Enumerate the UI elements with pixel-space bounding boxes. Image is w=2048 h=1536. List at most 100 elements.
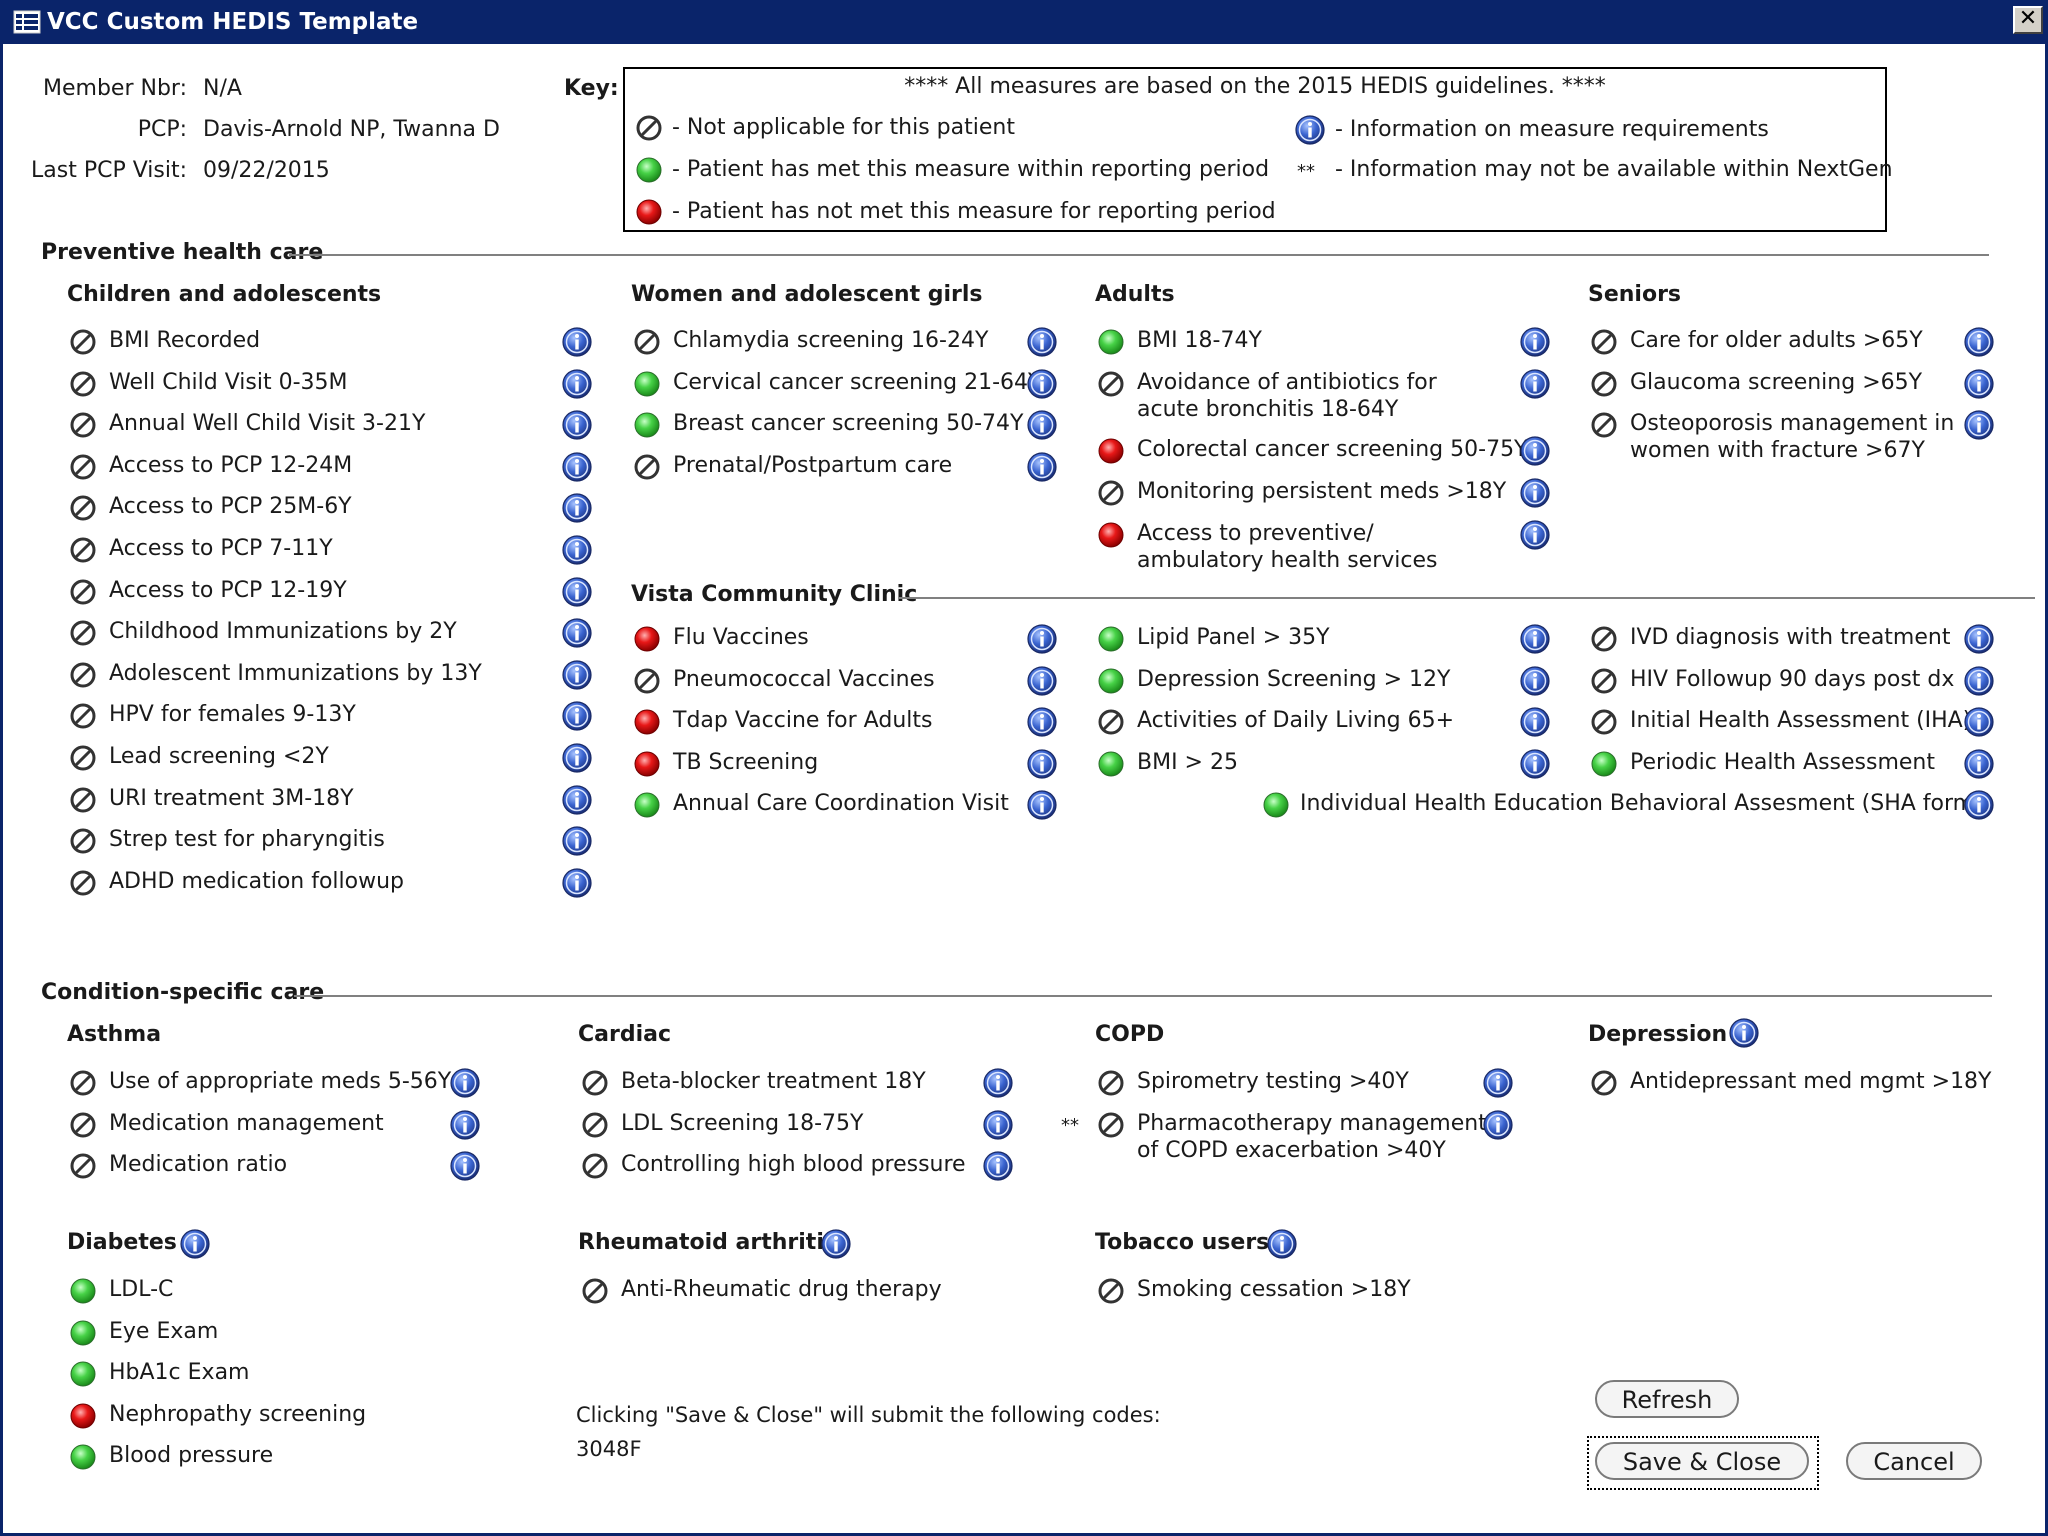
measure-info-icon[interactable] (1519, 477, 1551, 509)
diabetes-info-icon[interactable] (179, 1228, 211, 1260)
title-bar: VCC Custom HEDIS Template ✕ (3, 0, 2048, 44)
measure-info-icon[interactable] (1519, 665, 1551, 697)
ra-info-icon[interactable] (820, 1228, 852, 1260)
measure-info-icon[interactable] (561, 659, 593, 691)
measure-label: Blood pressure (109, 1443, 274, 1468)
last-visit-label: Last PCP Visit: (31, 158, 187, 183)
form-icon (13, 10, 41, 34)
measure-label: Flu Vaccines (673, 625, 809, 650)
measure-label: Use of appropriate meds 5-56Y (109, 1069, 452, 1094)
measure-label: Spirometry testing >40Y (1137, 1069, 1409, 1094)
not-applicable-icon (70, 662, 96, 688)
measure-label: Breast cancer screening 50-74Y (673, 411, 1024, 436)
measure-info-icon[interactable] (1963, 409, 1995, 441)
measure-info-icon[interactable] (449, 1109, 481, 1141)
tobacco-info-icon[interactable] (1266, 1228, 1298, 1260)
measure-info-icon[interactable] (561, 700, 593, 732)
measure-info-icon[interactable] (1963, 623, 1995, 655)
not-applicable-icon (70, 454, 96, 480)
measure-info-icon[interactable] (1026, 665, 1058, 697)
met-status-icon (70, 1361, 96, 1387)
refresh-button[interactable]: Refresh (1595, 1380, 1739, 1418)
measure-label: Lipid Panel > 35Y (1137, 625, 1330, 650)
measure-info-icon[interactable] (1026, 623, 1058, 655)
measure-info-icon[interactable] (1519, 623, 1551, 655)
group-adults: Adults (1095, 282, 1175, 307)
not-applicable-icon (70, 828, 96, 854)
measure-label: Cervical cancer screening 21-64Y (673, 370, 1042, 395)
cancel-button[interactable]: Cancel (1846, 1442, 1982, 1480)
measure-info-icon[interactable] (561, 451, 593, 483)
measure-info-icon[interactable] (1026, 326, 1058, 358)
measure-info-icon[interactable] (1963, 748, 1995, 780)
depression-info-icon[interactable] (1728, 1017, 1760, 1049)
not-applicable-icon (70, 703, 96, 729)
measure-info-icon[interactable] (561, 784, 593, 816)
measure-label: Annual Well Child Visit 3-21Y (109, 411, 426, 436)
measure-info-icon[interactable] (561, 576, 593, 608)
measure-label: Nephropathy screening (109, 1402, 367, 1427)
codes-values: 3048F (576, 1437, 642, 1461)
measure-info-icon[interactable] (1026, 789, 1058, 821)
measure-info-icon[interactable] (561, 409, 593, 441)
measure-label: HPV for females 9-13Y (109, 702, 356, 727)
measure-label: BMI > 25 (1137, 750, 1238, 775)
not-applicable-icon (582, 1153, 608, 1179)
measure-info-icon[interactable] (1963, 789, 1995, 821)
not-met-status-icon (1098, 522, 1124, 548)
save-close-button[interactable]: Save & Close (1595, 1442, 1809, 1480)
measure-info-icon[interactable] (1482, 1067, 1514, 1099)
measure-info-icon[interactable] (1026, 409, 1058, 441)
measure-info-icon[interactable] (1519, 326, 1551, 358)
measure-info-icon[interactable] (1026, 368, 1058, 400)
measure-info-icon[interactable] (1519, 706, 1551, 738)
measure-info-icon[interactable] (1519, 368, 1551, 400)
not-applicable-icon (70, 412, 96, 438)
measure-label: Controlling high blood pressure (621, 1152, 966, 1177)
measure-info-icon[interactable] (1963, 665, 1995, 697)
measure-info-icon[interactable] (1026, 748, 1058, 780)
not-applicable-icon (1098, 709, 1124, 735)
member-nbr-value: N/A (203, 76, 242, 101)
measure-info-icon[interactable] (982, 1150, 1014, 1182)
met-status-icon (70, 1278, 96, 1304)
measure-info-icon[interactable] (1519, 519, 1551, 551)
measure-label: HbA1c Exam (109, 1360, 250, 1385)
measure-info-icon[interactable] (1026, 451, 1058, 483)
group-cardiac: Cardiac (578, 1022, 672, 1047)
window-title: VCC Custom HEDIS Template (47, 9, 419, 35)
close-button[interactable]: ✕ (2013, 6, 2043, 34)
measure-label-line2: acute bronchitis 18-64Y (1137, 397, 1399, 422)
measure-label: BMI 18-74Y (1137, 328, 1262, 353)
met-status-icon (634, 792, 660, 818)
measure-label: Avoidance of antibiotics for (1137, 370, 1437, 395)
hedis-template-window: VCC Custom HEDIS Template ✕ Member Nbr: … (0, 0, 2048, 1536)
measure-info-icon[interactable] (561, 867, 593, 899)
measure-info-icon[interactable] (1026, 706, 1058, 738)
measure-info-icon[interactable] (1482, 1109, 1514, 1141)
measure-info-icon[interactable] (982, 1109, 1014, 1141)
measure-info-icon[interactable] (561, 742, 593, 774)
measure-label: Colorectal cancer screening 50-75Y (1137, 437, 1528, 462)
measure-info-icon[interactable] (561, 825, 593, 857)
measure-info-icon[interactable] (561, 534, 593, 566)
measure-info-icon[interactable] (561, 492, 593, 524)
measure-info-icon[interactable] (1519, 748, 1551, 780)
measure-info-icon[interactable] (561, 617, 593, 649)
group-ra: Rheumatoid arthritis (578, 1230, 837, 1255)
measure-info-icon[interactable] (1963, 706, 1995, 738)
measure-info-icon[interactable] (1519, 435, 1551, 467)
not-applicable-icon (634, 329, 660, 355)
not-applicable-icon (70, 495, 96, 521)
met-status-icon (1098, 751, 1124, 777)
measure-label: Eye Exam (109, 1319, 219, 1344)
measure-info-icon[interactable] (1963, 326, 1995, 358)
measure-label: Pharmacotherapy management (1137, 1111, 1487, 1136)
measure-info-icon[interactable] (982, 1067, 1014, 1099)
measure-info-icon[interactable] (1963, 368, 1995, 400)
measure-info-icon[interactable] (449, 1150, 481, 1182)
key-header: **** All measures are based on the 2015 … (904, 74, 1606, 99)
measure-info-icon[interactable] (561, 326, 593, 358)
measure-info-icon[interactable] (449, 1067, 481, 1099)
measure-info-icon[interactable] (561, 368, 593, 400)
